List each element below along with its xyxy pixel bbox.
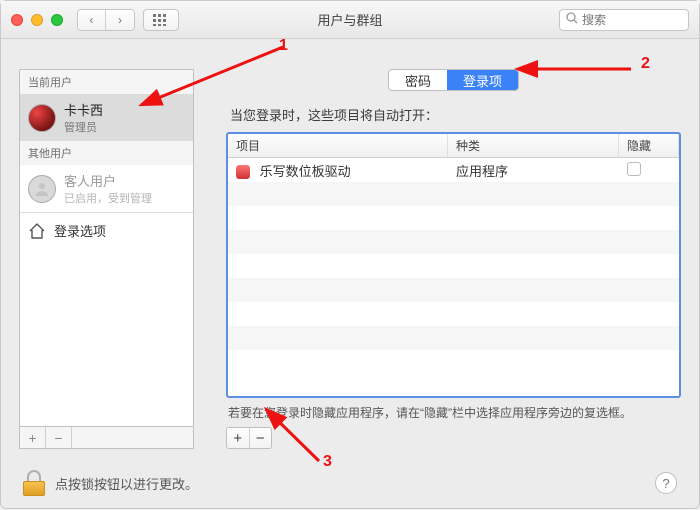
- help-button[interactable]: ?: [655, 472, 677, 494]
- lock-icon[interactable]: [23, 470, 45, 496]
- login-options-label: 登录选项: [54, 221, 106, 240]
- col-hide[interactable]: 隐藏: [619, 134, 679, 157]
- search-input[interactable]: [582, 13, 682, 27]
- login-items-desc: 当您登录时，这些项目将自动打开：: [230, 105, 681, 124]
- table-row: [228, 182, 679, 206]
- footer: 点按锁按钮以进行更改。 ?: [23, 470, 677, 496]
- remove-item-button[interactable]: −: [250, 428, 272, 448]
- login-options-row[interactable]: 登录选项: [20, 212, 193, 248]
- user-role: 管理员: [64, 119, 103, 135]
- table-row: [228, 230, 679, 254]
- lock-text: 点按锁按钮以进行更改。: [55, 474, 198, 493]
- hide-checkbox[interactable]: [627, 162, 641, 176]
- item-name: 乐写数位板驱动: [260, 164, 351, 179]
- table-row: [228, 254, 679, 278]
- col-kind[interactable]: 种类: [448, 134, 619, 157]
- table-row[interactable]: 乐写数位板驱动 应用程序: [228, 158, 679, 182]
- close-icon[interactable]: [11, 14, 23, 26]
- login-items-table: 项目 种类 隐藏 乐写数位板驱动 应用程序: [226, 132, 681, 398]
- table-row: [228, 278, 679, 302]
- house-icon: [28, 222, 46, 240]
- remove-user-button[interactable]: −: [46, 427, 72, 448]
- show-all-button[interactable]: [143, 9, 179, 31]
- sidebar-controls: + −: [19, 427, 194, 449]
- user-row-current[interactable]: 卡卡西 管理员: [20, 94, 193, 141]
- table-row: [228, 206, 679, 230]
- window-title: 用户与群组: [317, 10, 382, 29]
- content: 当前用户 卡卡西 管理员 其他用户 客人用户 已启用，受到管理: [1, 39, 699, 459]
- app-icon: [236, 165, 250, 179]
- main: 密码 登录项 当您登录时，这些项目将自动打开： 项目 种类 隐藏 乐写数位板驱动: [226, 69, 681, 449]
- user-name: 卡卡西: [64, 100, 103, 119]
- user-row-guest[interactable]: 客人用户 已启用，受到管理: [20, 165, 193, 212]
- search-icon: [566, 12, 578, 27]
- avatar-guest-icon: [28, 175, 56, 203]
- table-row: [228, 302, 679, 326]
- titlebar: ‹ › 用户与群组: [1, 1, 699, 39]
- add-item-button[interactable]: +: [227, 428, 250, 448]
- minimize-icon[interactable]: [31, 14, 43, 26]
- col-item[interactable]: 项目: [228, 134, 448, 157]
- guest-role: 已启用，受到管理: [64, 190, 152, 206]
- tab-password[interactable]: 密码: [389, 70, 447, 90]
- search-field[interactable]: [559, 9, 689, 31]
- tabs: 密码 登录项: [388, 69, 519, 91]
- tab-login-items[interactable]: 登录项: [447, 70, 518, 90]
- forward-button[interactable]: ›: [106, 10, 134, 30]
- table-header: 项目 种类 隐藏: [228, 134, 679, 158]
- maximize-icon[interactable]: [51, 14, 63, 26]
- table-row: [228, 350, 679, 374]
- add-user-button[interactable]: +: [20, 427, 46, 448]
- section-other-users: 其他用户: [20, 141, 193, 165]
- item-kind: 应用程序: [448, 161, 619, 180]
- avatar: [28, 104, 56, 132]
- prefs-window: ‹ › 用户与群组 当前用户: [0, 0, 700, 509]
- table-body: 乐写数位板驱动 应用程序: [228, 158, 679, 396]
- guest-name: 客人用户: [64, 171, 152, 190]
- hide-hint: 若要在您登录时隐藏应用程序，请在“隐藏”栏中选择应用程序旁边的复选框。: [228, 404, 679, 421]
- login-items-controls: + −: [226, 427, 272, 449]
- nav-buttons: ‹ ›: [77, 9, 135, 31]
- back-button[interactable]: ‹: [78, 10, 106, 30]
- table-row: [228, 326, 679, 350]
- traffic-lights: [11, 14, 63, 26]
- user-list: 当前用户 卡卡西 管理员 其他用户 客人用户 已启用，受到管理: [19, 69, 194, 427]
- sidebar: 当前用户 卡卡西 管理员 其他用户 客人用户 已启用，受到管理: [19, 69, 194, 449]
- section-current-user: 当前用户: [20, 70, 193, 94]
